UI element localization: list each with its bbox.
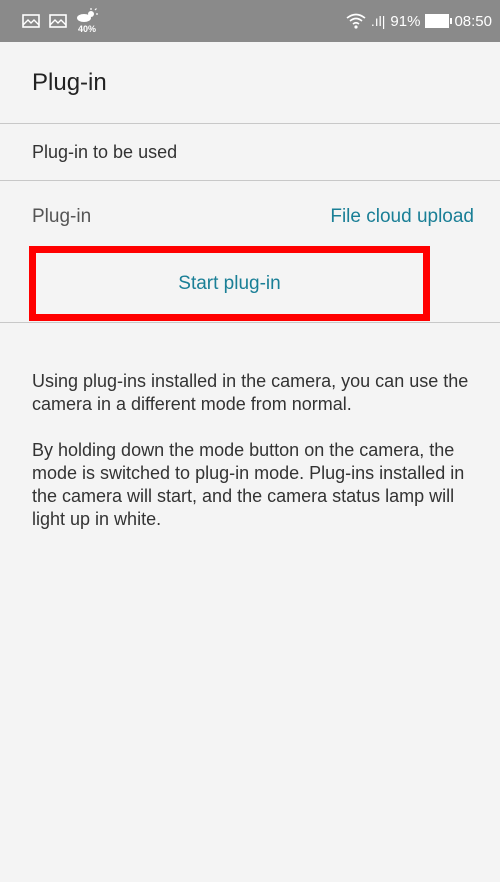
status-bar: 40% .ıl| 91% 08:50 xyxy=(0,0,500,42)
signal-icon: .ıl| xyxy=(370,13,386,29)
section-header: Plug-in to be used xyxy=(0,124,500,181)
wifi-icon xyxy=(346,13,366,29)
battery-icon xyxy=(425,14,453,28)
plugin-selector-row[interactable]: Plug-in File cloud upload xyxy=(0,182,500,252)
app-header: Plug-in xyxy=(0,42,500,124)
description: Using plug-ins installed in the camera, … xyxy=(32,370,482,554)
section-title: Plug-in to be used xyxy=(32,141,178,162)
description-paragraph: Using plug-ins installed in the camera, … xyxy=(32,371,469,414)
status-right: .ıl| 91% 08:50 xyxy=(341,13,492,30)
mail-icon xyxy=(49,13,67,29)
description-paragraph: By holding down the mode button on the c… xyxy=(32,440,465,529)
battery-percent: 91% xyxy=(390,12,421,30)
clock: 08:50 xyxy=(454,12,492,30)
plugin-label: Plug-in xyxy=(32,206,92,227)
page-title: Plug-in xyxy=(32,68,107,96)
weather-percent: 40% xyxy=(78,24,97,34)
weather-icon: 40% xyxy=(76,8,98,34)
status-left: 40% xyxy=(22,8,107,34)
divider xyxy=(0,322,500,323)
start-plugin-button[interactable]: Start plug-in xyxy=(29,246,430,321)
mail-icon xyxy=(22,13,40,29)
plugin-value[interactable]: File cloud upload xyxy=(330,206,474,228)
